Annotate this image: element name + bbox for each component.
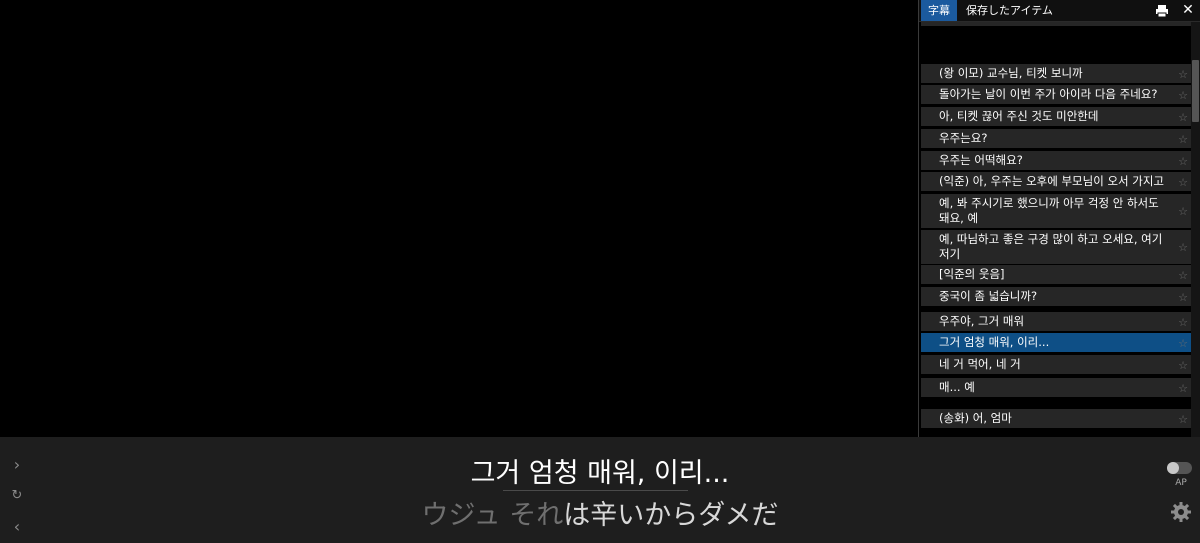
star-icon[interactable]: ☆ bbox=[1178, 315, 1188, 330]
subtitle-hover-underline bbox=[503, 490, 688, 491]
panel-tabs: 字幕 保存したアイテム ✕ bbox=[919, 0, 1200, 22]
subtitle-row[interactable]: (익준) 아, 우주는 오후에 부모님이 오서 가지고 ☆ bbox=[921, 172, 1191, 191]
subtitle-row[interactable]: (송화) 어, 엄마 ☆ bbox=[921, 409, 1191, 428]
star-icon[interactable]: ☆ bbox=[1178, 154, 1188, 169]
star-icon[interactable]: ☆ bbox=[1178, 381, 1188, 396]
subtitle-row[interactable]: 네 거 먹어, 네 거 ☆ bbox=[921, 355, 1191, 374]
auto-pause-label: AP bbox=[1175, 478, 1187, 488]
subtitle-row-text: 우주야, 그거 매워 bbox=[939, 314, 1025, 328]
video-area[interactable] bbox=[0, 0, 918, 437]
tab-subtitles[interactable]: 字幕 bbox=[921, 0, 957, 21]
subtitle-row-text: 매... 예 bbox=[939, 380, 975, 394]
subtitle-row-text: 우주는 어떡해요? bbox=[939, 153, 1023, 167]
subtitle-row-text: 아, 티켓 끊어 주신 것도 미안한데 bbox=[939, 109, 1099, 123]
auto-pause-toggle[interactable] bbox=[1167, 462, 1192, 474]
subtitle-row[interactable]: 아, 티켓 끊어 주신 것도 미안한데 ☆ bbox=[921, 107, 1191, 126]
subtitle-list[interactable]: (왕 이모) 교수님, 티켓 보니까 ☆ 돌아가는 날이 이번 주가 아이라 다음 … bbox=[921, 22, 1191, 437]
subtitle-row-text: 중국이 좀 넓습니까? bbox=[939, 289, 1038, 303]
subtitle-row-text: (왕 이모) 교수님, 티켓 보니까 bbox=[939, 66, 1083, 80]
star-icon[interactable]: ☆ bbox=[1178, 336, 1188, 351]
subtitle-row[interactable]: 중국이 좀 넓습니까? ☆ bbox=[921, 287, 1191, 306]
subtitle-row-text: (송화) 어, 엄마 bbox=[939, 411, 1012, 425]
print-icon[interactable] bbox=[1155, 3, 1169, 18]
subtitle-row[interactable]: (왕 이모) 교수님, 티켓 보니까 ☆ bbox=[921, 64, 1191, 83]
close-icon[interactable]: ✕ bbox=[1181, 3, 1195, 17]
star-icon[interactable]: ☆ bbox=[1178, 358, 1188, 373]
subtitle-row[interactable]: 예, 봐 주시기로 했으니까 아무 걱정 안 하서도 돼요, 예 ☆ bbox=[921, 194, 1191, 228]
star-icon[interactable]: ☆ bbox=[1178, 204, 1188, 219]
subtitle-row[interactable]: 예, 따님하고 좋은 구경 많이 하고 오세요, 여기 저기 ☆ bbox=[921, 230, 1191, 264]
star-icon[interactable]: ☆ bbox=[1178, 132, 1188, 147]
subtitle-panel: 字幕 保存したアイテム ✕ (왕 이모) 교수님, 티켓 보니까 ☆ 돌아가는 날이… bbox=[918, 0, 1200, 437]
star-icon[interactable]: ☆ bbox=[1178, 290, 1188, 305]
subtitle-row-text: 우주는요? bbox=[939, 131, 988, 145]
subtitle-row-text: 돌아가는 날이 이번 주가 아이라 다음 주네요? bbox=[939, 87, 1158, 101]
star-icon[interactable]: ☆ bbox=[1178, 412, 1188, 427]
subtitle-row-text: 예, 따님하고 좋은 구경 많이 하고 오세요, 여기 저기 bbox=[939, 232, 1163, 261]
subtitle-row[interactable]: 우주야, 그거 매워 ☆ bbox=[921, 312, 1191, 331]
subtitle-row[interactable]: 우주는 어떡해요? ☆ bbox=[921, 151, 1191, 170]
subtitle-row-text: 네 거 먹어, 네 거 bbox=[939, 357, 1021, 371]
subtitle-translation: ウジュ それは辛いからダメだ bbox=[0, 493, 1200, 532]
subtitle-translation-bright: は辛いからダメだ bbox=[563, 500, 779, 531]
star-icon[interactable]: ☆ bbox=[1178, 268, 1188, 283]
subtitle-row[interactable]: 매... 예 ☆ bbox=[921, 378, 1191, 397]
subtitle-row[interactable]: 우주는요? ☆ bbox=[921, 129, 1191, 148]
subtitle-row[interactable]: 돌아가는 날이 이번 주가 아이라 다음 주네요? ☆ bbox=[921, 85, 1191, 104]
toggle-knob bbox=[1167, 462, 1179, 474]
subtitle-row[interactable]: [익준의 웃음] ☆ bbox=[921, 265, 1191, 284]
subtitle-row-text: (익준) 아, 우주는 오후에 부모님이 오서 가지고 bbox=[939, 174, 1164, 188]
star-icon[interactable]: ☆ bbox=[1178, 67, 1188, 82]
gear-icon[interactable] bbox=[1170, 501, 1192, 523]
subtitle-row-text: 예, 봐 주시기로 했으니까 아무 걱정 안 하서도 돼요, 예 bbox=[939, 196, 1159, 225]
subtitle-row-text: [익준의 웃음] bbox=[939, 267, 1005, 281]
subtitle-translation-dim: ウジュ それ bbox=[421, 500, 564, 531]
subtitle-row-partial bbox=[921, 22, 1191, 26]
subtitle-main-text: 그거 엄청 매워, 이리... bbox=[470, 458, 730, 489]
tab-saved-items[interactable]: 保存したアイテム bbox=[959, 0, 1060, 21]
scrollbar[interactable] bbox=[1191, 22, 1200, 437]
subtitle-row-text: 그거 엄청 매워, 이리... bbox=[939, 335, 1050, 349]
scrollbar-thumb[interactable] bbox=[1192, 60, 1199, 122]
star-icon[interactable]: ☆ bbox=[1178, 240, 1188, 255]
star-icon[interactable]: ☆ bbox=[1178, 110, 1188, 125]
star-icon[interactable]: ☆ bbox=[1178, 88, 1188, 103]
subtitle-row-active[interactable]: 그거 엄청 매워, 이리... ☆ bbox=[921, 333, 1191, 352]
star-icon[interactable]: ☆ bbox=[1178, 175, 1188, 190]
